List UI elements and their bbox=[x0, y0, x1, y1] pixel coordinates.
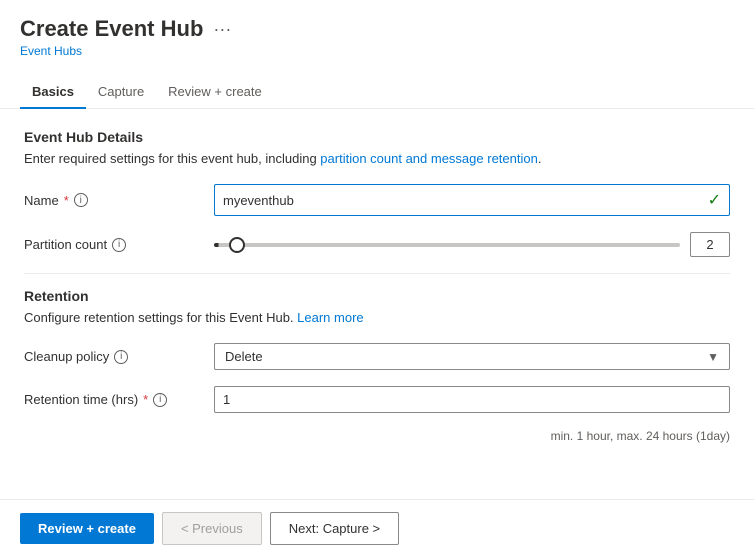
cleanup-info-icon[interactable]: i bbox=[114, 350, 128, 364]
tab-review-create[interactable]: Review + create bbox=[156, 76, 274, 109]
next-button[interactable]: Next: Capture > bbox=[270, 512, 399, 545]
tab-bar: Basics Capture Review + create bbox=[0, 76, 754, 109]
retention-time-row: Retention time (hrs) * i bbox=[24, 386, 730, 413]
name-valid-icon: ✓ bbox=[708, 190, 721, 210]
cleanup-label: Cleanup policy i bbox=[24, 349, 214, 364]
name-info-icon[interactable]: i bbox=[74, 193, 88, 207]
desc-text-end: . bbox=[538, 151, 542, 166]
name-required: * bbox=[64, 193, 69, 208]
partition-info-icon[interactable]: i bbox=[112, 238, 126, 252]
retention-section: Retention Configure retention settings f… bbox=[24, 288, 730, 443]
retention-title: Retention bbox=[24, 288, 730, 304]
page-title: Create Event Hub bbox=[20, 16, 203, 42]
header-subtitle: Event Hubs bbox=[20, 44, 734, 58]
event-hub-details-desc: Enter required settings for this event h… bbox=[24, 151, 730, 166]
desc-text-start: Enter required settings for this event h… bbox=[24, 151, 320, 166]
name-input[interactable] bbox=[223, 193, 708, 208]
retention-time-input[interactable] bbox=[223, 392, 721, 407]
desc-text-highlight: partition count and message retention bbox=[320, 151, 538, 166]
header: Create Event Hub ··· Event Hubs bbox=[0, 0, 754, 66]
page-container: Create Event Hub ··· Event Hubs Basics C… bbox=[0, 0, 754, 557]
tab-basics[interactable]: Basics bbox=[20, 76, 86, 109]
partition-slider[interactable] bbox=[214, 243, 680, 247]
learn-more-link[interactable]: Learn more bbox=[297, 310, 363, 325]
review-create-button[interactable]: Review + create bbox=[20, 513, 154, 544]
footer: Review + create < Previous Next: Capture… bbox=[0, 499, 754, 557]
event-hub-details-title: Event Hub Details bbox=[24, 129, 730, 145]
tab-capture[interactable]: Capture bbox=[86, 76, 156, 109]
section-divider bbox=[24, 273, 730, 274]
previous-button[interactable]: < Previous bbox=[162, 512, 262, 545]
cleanup-policy-value: Delete bbox=[225, 349, 263, 364]
retention-hint: min. 1 hour, max. 24 hours (1day) bbox=[24, 429, 730, 443]
name-input-wrapper: ✓ bbox=[214, 184, 730, 216]
partition-slider-container bbox=[214, 232, 730, 257]
header-ellipsis-menu[interactable]: ··· bbox=[213, 19, 231, 40]
retention-desc-start: Configure retention settings for this Ev… bbox=[24, 310, 297, 325]
partition-row: Partition count i bbox=[24, 232, 730, 257]
partition-value-input[interactable] bbox=[690, 232, 730, 257]
partition-label: Partition count i bbox=[24, 237, 214, 252]
cleanup-chevron-icon: ▼ bbox=[707, 350, 719, 364]
cleanup-policy-select[interactable]: Delete ▼ bbox=[214, 343, 730, 370]
retention-required: * bbox=[143, 392, 148, 407]
name-label: Name * i bbox=[24, 193, 214, 208]
retention-info-icon[interactable]: i bbox=[153, 393, 167, 407]
retention-time-label: Retention time (hrs) * i bbox=[24, 392, 214, 407]
name-row: Name * i ✓ bbox=[24, 184, 730, 216]
main-content: Event Hub Details Enter required setting… bbox=[0, 109, 754, 499]
retention-desc: Configure retention settings for this Ev… bbox=[24, 310, 730, 325]
cleanup-policy-row: Cleanup policy i Delete ▼ bbox=[24, 343, 730, 370]
retention-time-input-wrapper bbox=[214, 386, 730, 413]
